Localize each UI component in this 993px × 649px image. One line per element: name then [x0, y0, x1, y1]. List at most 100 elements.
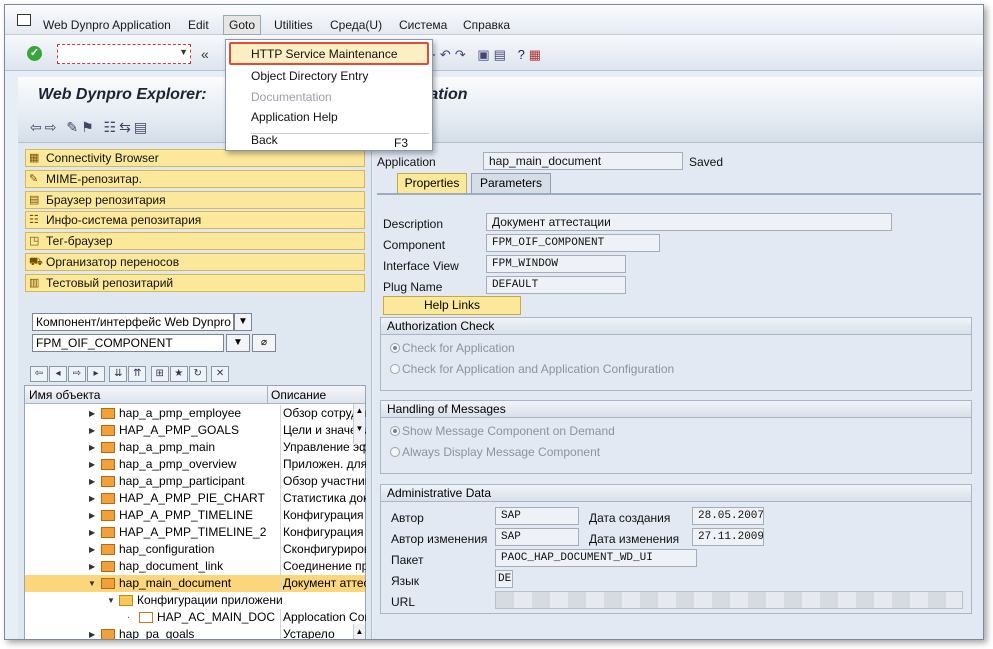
tree-row-selected[interactable]: ▼ hap_main_document Документ аттес — [25, 575, 366, 592]
hierarchy-up-icon[interactable]: ⊞ — [150, 366, 169, 382]
expand-icon[interactable]: ⇊ — [109, 366, 128, 382]
tree-row[interactable]: ▼ Конфигурации приложени — [25, 592, 365, 609]
menu-help[interactable]: Справка — [463, 18, 510, 32]
expand-arrow-icon[interactable]: ▶ — [89, 473, 95, 490]
changed-date-field[interactable]: 27.11.2009 — [692, 528, 764, 546]
plug-name-field[interactable]: DEFAULT — [486, 276, 626, 294]
scroll-up-icon[interactable]: ▲ — [354, 627, 365, 636]
object-type-select[interactable]: Компонент/интерфейс Web Dynpro — [32, 313, 234, 331]
hierarchy-icon[interactable]: ☷ — [104, 119, 120, 135]
tree-row[interactable]: ▶ HAP_A_PMP_PIE_CHART Статистика доку — [25, 490, 366, 507]
enter-check-icon[interactable]: ✓ — [27, 46, 42, 61]
tree-row[interactable]: ▶ HAP_A_PMP_TIMELINE Конфигурация д — [25, 507, 366, 524]
expand-arrow-icon[interactable]: ▶ — [89, 507, 95, 524]
expand-arrow-icon[interactable]: ▶ — [89, 490, 95, 507]
tree-row[interactable]: ▶ hap_a_pmp_main Управление эф — [25, 439, 366, 456]
where-used-icon[interactable]: ⇆ — [119, 119, 134, 135]
tree-row[interactable]: ▶ hap_pa_goals Устарело — [25, 626, 365, 639]
layout-icon[interactable]: ▦ — [529, 47, 545, 62]
tree-back-icon[interactable]: ⇦ — [30, 366, 48, 382]
app-toolbar-icons[interactable]: ⇦⇨ ✎⚑ ☷⇆▤ — [30, 119, 150, 136]
help-links-button[interactable]: Help Links — [383, 296, 521, 315]
expand-arrow-icon[interactable]: ▶ — [89, 456, 95, 473]
prev-page-icon[interactable]: ↶ — [440, 47, 455, 62]
new-session-icon[interactable]: ▣ — [477, 47, 493, 62]
tree-next-icon[interactable]: ▸ — [87, 366, 105, 382]
created-date-field[interactable]: 28.05.2007 — [692, 507, 764, 525]
collapse-arrow-icon[interactable]: ▼ — [88, 575, 96, 592]
language-field[interactable]: DE — [495, 570, 513, 588]
package-field[interactable]: PAOC_HAP_DOCUMENT_WD_UI — [495, 549, 697, 567]
nav-mime-repository[interactable]: ✎ MIME-репозитар. — [25, 170, 365, 188]
tree-row[interactable]: ▶ HAP_A_PMP_TIMELINE_2 Конфигурация д — [25, 524, 366, 541]
tree-row[interactable]: ▶ hap_document_link Соединение пре — [25, 558, 366, 575]
tree-previous-icon[interactable]: ◂ — [49, 366, 67, 382]
component-field[interactable]: FPM_OIF_COMPONENT — [486, 234, 660, 252]
menu-goto[interactable]: Goto — [223, 15, 262, 35]
menu-item-back[interactable]: Back — [251, 133, 278, 147]
menu-item-object-directory-entry[interactable]: Object Directory Entry — [251, 69, 368, 83]
column-object-name[interactable]: Имя объекта — [29, 388, 100, 402]
scroll-down-icon[interactable]: ▼ — [354, 424, 365, 433]
tree-scrollbar[interactable]: ▲ ▼ — [353, 404, 365, 444]
tab-properties[interactable]: Properties — [397, 173, 467, 193]
menu-edit[interactable]: Edit — [188, 18, 209, 32]
nav-transport-organizer[interactable]: ⛟ Организатор переносов — [25, 253, 365, 271]
nav-repository-browser[interactable]: ▤ Браузер репозитария — [25, 191, 365, 209]
favorites-icon[interactable]: ★ — [169, 366, 188, 382]
tree-row[interactable]: ▶hap_a_pmp_employeeОбзор сотрудник — [25, 405, 366, 422]
collapse-arrow-icon[interactable]: ▼ — [107, 592, 115, 609]
tree-row[interactable]: ▶ hap_a_pmp_overview Приложен. для — [25, 456, 366, 473]
nav-tag-browser[interactable]: ◳ Тег-браузер — [25, 232, 365, 250]
next-page-icon[interactable]: ↷ — [455, 47, 470, 62]
command-field[interactable]: ▼ — [57, 44, 191, 64]
tab-parameters[interactable]: Parameters — [471, 173, 551, 193]
test-icon[interactable]: ▤ — [134, 119, 150, 135]
tree-row[interactable]: ▶HAP_A_PMP_GOALSЦели и значения — [25, 422, 366, 439]
menu-utilities[interactable]: Utilities — [274, 18, 313, 32]
object-name-dropdown-icon[interactable]: ▼ — [226, 334, 250, 352]
object-type-dropdown-icon[interactable]: ▼ — [234, 313, 252, 331]
tree-forward-icon[interactable]: ⇨ — [68, 366, 86, 382]
collapse-icon[interactable]: ⇈ — [128, 366, 147, 382]
interface-view-field[interactable]: FPM_WINDOW — [486, 255, 626, 273]
tree-row[interactable]: ▶ hap_a_pmp_participant Обзор участник — [25, 473, 366, 490]
menu-web-dynpro-application[interactable]: Web Dynpro Application — [43, 18, 171, 32]
nav-test-repository[interactable]: ▥ Тестовый репозитарий — [25, 274, 365, 292]
forward-arrow-icon[interactable]: ⇨ — [45, 119, 60, 135]
description-field[interactable]: Документ аттестации — [486, 213, 892, 231]
active-inactive-icon[interactable]: ⚑ — [81, 119, 97, 135]
nav-repository-info-system[interactable]: ☷ Инфо-система репозитария — [25, 211, 365, 229]
collapse-double-arrow[interactable]: « — [201, 46, 209, 62]
url-field-blurred[interactable] — [495, 591, 963, 609]
expand-arrow-icon[interactable]: ▶ — [89, 422, 95, 439]
toolbar-icons[interactable]: ⇤↶↷ ▣▤ ?▦ — [425, 47, 545, 63]
command-dropdown-icon[interactable]: ▼ — [179, 47, 188, 57]
tree-row[interactable]: ▶ hap_configuration Сконфигуриров — [25, 541, 366, 558]
tree-scrollbar-bottom[interactable]: ▲ — [353, 624, 365, 639]
display-glasses-icon[interactable]: ⌀ — [252, 334, 276, 352]
object-name-input[interactable]: FPM_OIF_COMPONENT — [32, 334, 224, 352]
back-arrow-icon[interactable]: ⇦ — [30, 119, 45, 135]
display-change-icon[interactable]: ✎ — [66, 119, 81, 135]
expand-arrow-icon[interactable]: ▶ — [89, 558, 95, 575]
author-field[interactable]: SAP — [495, 507, 579, 525]
help-icon[interactable]: ? — [518, 47, 529, 62]
changed-by-field[interactable]: SAP — [495, 528, 579, 546]
refresh-icon[interactable]: ↻ — [188, 366, 207, 382]
menu-item-application-help[interactable]: Application Help — [251, 110, 338, 124]
scroll-up-icon[interactable]: ▲ — [354, 406, 365, 415]
nav-connectivity-browser[interactable]: ▦ Connectivity Browser — [25, 149, 365, 167]
application-field[interactable]: hap_main_document — [483, 152, 683, 170]
command-input[interactable] — [60, 46, 170, 62]
tree-row[interactable]: · HAP_AC_MAIN_DOC Applocation Con — [25, 609, 366, 626]
close-tree-icon[interactable]: ✕ — [211, 366, 230, 382]
column-description[interactable]: Описание — [267, 386, 326, 404]
menu-environment[interactable]: Среда(U) — [330, 18, 382, 32]
system-menu-icon[interactable] — [17, 14, 31, 26]
expand-arrow-icon[interactable]: ▶ — [89, 626, 95, 639]
menu-item-http-service-maintenance[interactable]: HTTP Service Maintenance — [251, 47, 398, 61]
menu-system[interactable]: Система — [399, 18, 447, 32]
shortcut-icon[interactable]: ▤ — [494, 47, 510, 62]
expand-arrow-icon[interactable]: ▶ — [89, 405, 95, 422]
